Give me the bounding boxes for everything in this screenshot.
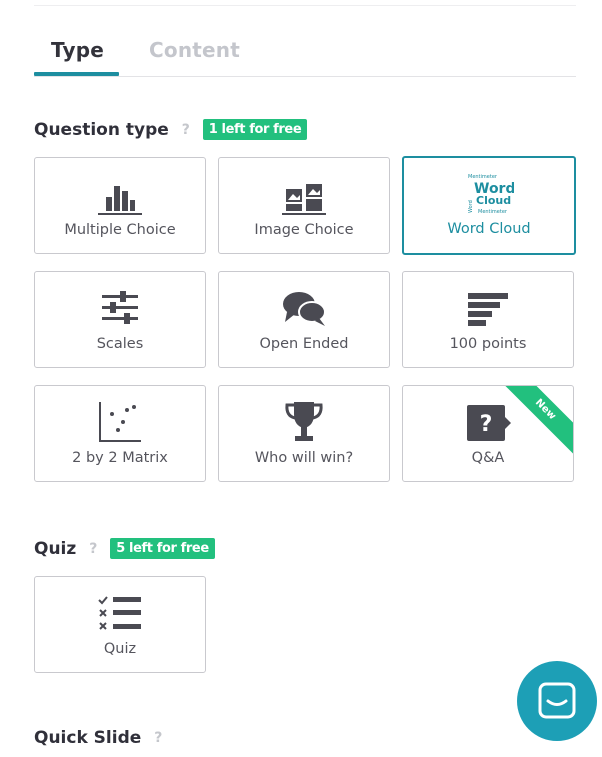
sliders-icon (100, 290, 140, 332)
question-type-help-icon[interactable]: ? (177, 121, 195, 139)
card-label: Word Cloud (447, 221, 531, 237)
tab-bar: Type Content (34, 36, 576, 77)
card-label: Multiple Choice (64, 222, 176, 238)
card-label: Q&A (471, 450, 505, 466)
card-scales[interactable]: Scales (34, 271, 206, 368)
card-label: Who will win? (254, 450, 354, 466)
image-choice-icon (282, 182, 326, 220)
active-tab-indicator (34, 72, 119, 76)
question-type-title: Question type (34, 119, 169, 140)
question-type-header: Question type ? 1 left for free (34, 119, 308, 140)
bar-chart-icon (98, 182, 142, 220)
scatter-matrix-icon (97, 400, 143, 448)
card-word-cloud[interactable]: Mentimeter Word Cloud Word Mentimeter Wo… (402, 156, 576, 255)
card-q-and-a[interactable]: ? Q&A New (402, 385, 574, 482)
chat-button[interactable] (517, 661, 597, 741)
quiz-help-icon[interactable]: ? (84, 540, 102, 558)
word-cloud-icon: Mentimeter Word Cloud Word Mentimeter (464, 171, 516, 223)
speech-bubbles-icon (281, 290, 327, 332)
word-cloud-top-word: Mentimeter (468, 174, 498, 180)
word-cloud-side-word: Word (468, 200, 474, 213)
quick-slide-title: Quick Slide (34, 728, 142, 748)
tab-content[interactable]: Content (149, 38, 240, 62)
card-label: Quiz (103, 641, 137, 657)
word-cloud-second-word: Cloud (476, 194, 511, 207)
quick-slide-header: Quick Slide ? (34, 728, 167, 748)
card-image-choice[interactable]: Image Choice (218, 157, 390, 254)
card-multiple-choice[interactable]: Multiple Choice (34, 157, 206, 254)
horizontal-bars-icon (466, 291, 510, 331)
card-label: Image Choice (254, 222, 354, 238)
card-label: Scales (96, 336, 144, 352)
quick-slide-help-icon[interactable]: ? (149, 729, 167, 747)
checklist-icon (97, 594, 143, 638)
card-label: 100 points (449, 336, 527, 352)
card-open-ended[interactable]: Open Ended (218, 271, 390, 368)
trophy-icon (282, 400, 326, 448)
svg-text:?: ? (480, 412, 493, 437)
card-quiz[interactable]: Quiz (34, 576, 206, 673)
chat-icon (538, 682, 576, 719)
tab-type[interactable]: Type (51, 38, 104, 62)
card-who-will-win[interactable]: Who will win? (218, 385, 390, 482)
quiz-header: Quiz ? 5 left for free (34, 538, 215, 559)
word-cloud-bottom-word: Mentimeter (478, 209, 508, 215)
question-bubble-icon: ? (465, 403, 511, 447)
quiz-title: Quiz (34, 538, 77, 559)
question-type-free-badge: 1 left for free (202, 119, 308, 140)
card-label: 2 by 2 Matrix (72, 450, 168, 466)
card-100-points[interactable]: 100 points (402, 271, 574, 368)
top-divider (34, 5, 576, 6)
card-2-by-2-matrix[interactable]: 2 by 2 Matrix (34, 385, 206, 482)
card-label: Open Ended (259, 336, 349, 352)
quiz-free-badge: 5 left for free (110, 538, 215, 559)
